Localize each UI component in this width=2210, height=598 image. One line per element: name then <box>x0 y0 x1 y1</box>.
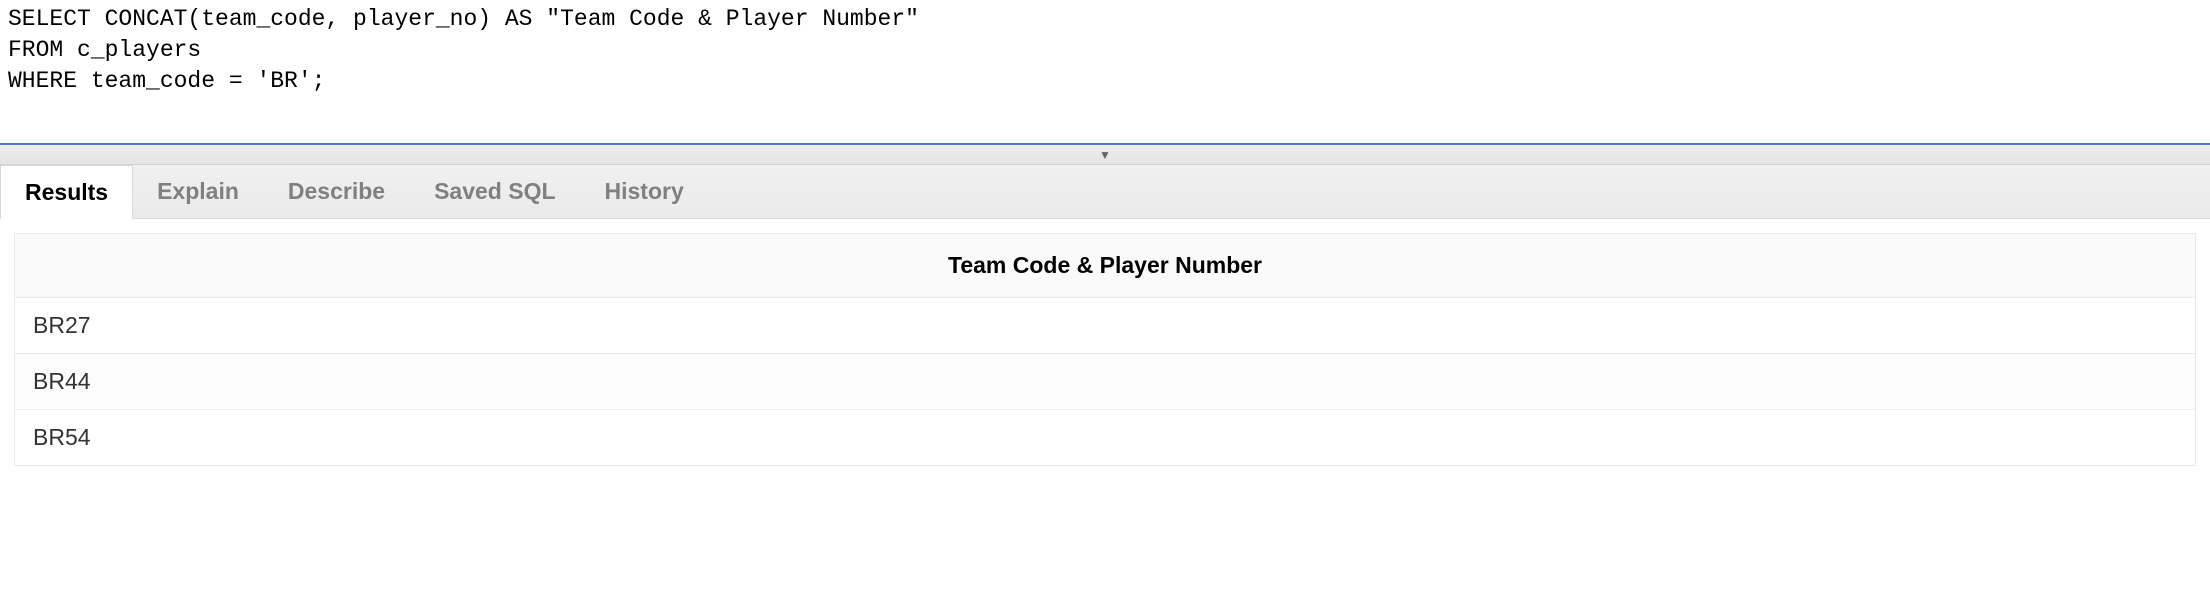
table-row: BR44 <box>15 354 2196 410</box>
tab-describe[interactable]: Describe <box>264 165 410 218</box>
tab-explain[interactable]: Explain <box>133 165 264 218</box>
results-table: Team Code & Player Number BR27 BR44 BR54 <box>14 233 2196 466</box>
table-row: BR54 <box>15 410 2196 466</box>
table-cell: BR54 <box>15 410 2196 466</box>
sql-editor[interactable]: SELECT CONCAT(team_code, player_no) AS "… <box>0 0 2210 145</box>
table-row: BR27 <box>15 298 2196 354</box>
table-cell: BR44 <box>15 354 2196 410</box>
tab-saved-sql[interactable]: Saved SQL <box>410 165 580 218</box>
tab-results[interactable]: Results <box>0 165 133 219</box>
table-cell: BR27 <box>15 298 2196 354</box>
pane-divider[interactable]: ▼ <box>0 145 2210 165</box>
column-header[interactable]: Team Code & Player Number <box>15 234 2196 298</box>
table-header-row: Team Code & Player Number <box>15 234 2196 298</box>
tab-history[interactable]: History <box>581 165 709 218</box>
results-tabs: Results Explain Describe Saved SQL Histo… <box>0 165 2210 219</box>
chevron-down-icon: ▼ <box>1099 148 1111 162</box>
results-panel: Team Code & Player Number BR27 BR44 BR54 <box>0 219 2210 480</box>
